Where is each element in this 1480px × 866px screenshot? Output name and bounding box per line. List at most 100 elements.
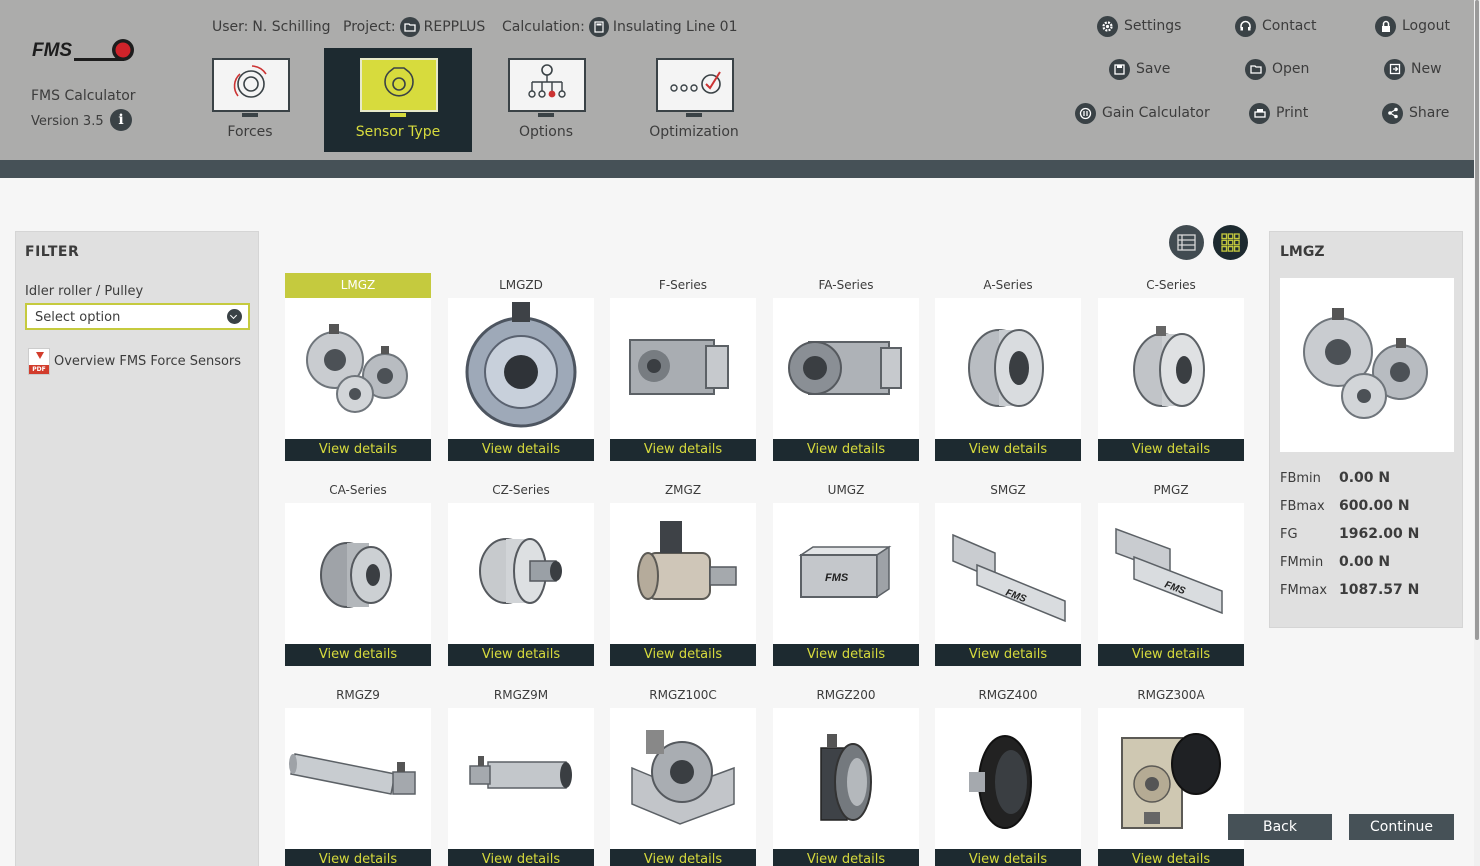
gain-calculator-button[interactable]: Gain Calculator [1075, 101, 1210, 125]
sensor-image-a-series [935, 298, 1081, 439]
view-details-button[interactable]: View details [1098, 849, 1244, 866]
sensor-image-rmgz400 [935, 708, 1081, 849]
sensor-image-smgz: FMS [935, 503, 1081, 644]
share-button[interactable]: Share [1382, 101, 1449, 125]
sensor-image-umgz: FMS [773, 503, 919, 644]
view-details-button[interactable]: View details [935, 439, 1081, 461]
view-details-button[interactable]: View details [1098, 439, 1244, 461]
step-label: Sensor Type [355, 124, 441, 140]
step-label: Forces [227, 124, 273, 140]
prop-label: FG [1280, 527, 1298, 542]
view-details-button[interactable]: View details [285, 644, 431, 666]
sensor-card-smgz[interactable]: SMGZ FMS View details [935, 478, 1081, 667]
sensor-card-c-series[interactable]: C-Series View details [1098, 273, 1244, 462]
open-button[interactable]: Open [1245, 57, 1309, 81]
sensor-card-lmgz[interactable]: LMGZ View details [285, 273, 431, 462]
sensor-image-rmgz300a [1098, 708, 1244, 849]
view-details-button[interactable]: View details [448, 849, 594, 866]
sensor-card-rmgz300a[interactable]: RMGZ300A View details [1098, 683, 1244, 866]
lock-icon [1375, 15, 1396, 37]
settings-button[interactable]: Settings [1097, 14, 1181, 38]
view-details-button[interactable]: View details [448, 644, 594, 666]
sensor-card-lmgzd[interactable]: LMGZD View details [448, 273, 594, 462]
sensor-card-zmgz[interactable]: ZMGZ View details [610, 478, 756, 667]
svg-text:FMS: FMS [825, 572, 849, 584]
print-button[interactable]: Print [1249, 101, 1308, 125]
scrollbar-thumb[interactable] [1475, 0, 1479, 640]
sensor-detail-panel: LMGZ FBmin 0.00 N FBmax 600.00 N FG 1962… [1269, 231, 1463, 628]
sensor-image-f-series [610, 298, 756, 439]
step-forces[interactable]: Forces [176, 48, 324, 152]
filter-title: FILTER [25, 244, 80, 260]
idler-roller-select[interactable]: Select option [25, 303, 250, 330]
sensor-card-fa-series[interactable]: FA-Series View details [773, 273, 919, 462]
view-details-button[interactable]: View details [448, 439, 594, 461]
optimization-icon [656, 58, 734, 112]
user-context: User: N. Schilling [212, 16, 331, 38]
save-button[interactable]: Save [1109, 57, 1170, 81]
sensor-card-a-series[interactable]: A-Series View details [935, 273, 1081, 462]
sensor-image-rmgz100c [610, 708, 756, 849]
project-name: REPPLUS [423, 19, 486, 35]
continue-button[interactable]: Continue [1349, 814, 1454, 840]
pdf-icon: PDF [28, 348, 50, 375]
sensor-name: UMGZ [827, 483, 865, 497]
view-details-button[interactable]: View details [285, 849, 431, 866]
view-details-button[interactable]: View details [610, 849, 756, 866]
calculator-icon [588, 17, 609, 37]
sensor-name: RMGZ400 [978, 688, 1038, 702]
sensor-name: FA-Series [818, 278, 874, 292]
view-details-button[interactable]: View details [1098, 644, 1244, 666]
sensor-image-c-series [1098, 298, 1244, 439]
prop-value: 1087.57 N [1339, 582, 1420, 598]
view-details-button[interactable]: View details [610, 644, 756, 666]
view-details-button[interactable]: View details [935, 644, 1081, 666]
sensor-card-rmgz400[interactable]: RMGZ400 View details [935, 683, 1081, 866]
new-file-icon [1384, 58, 1405, 80]
sensor-image-lmgzd [448, 298, 594, 439]
sensor-card-cz-series[interactable]: CZ-Series View details [448, 478, 594, 667]
sensor-card-rmgz200[interactable]: RMGZ200 View details [773, 683, 919, 866]
sensor-image-fa-series [773, 298, 919, 439]
step-sensor-type[interactable]: Sensor Type [324, 48, 472, 152]
svg-text:FMS: FMS [32, 40, 72, 61]
sensor-card-f-series[interactable]: F-Series View details [610, 273, 756, 462]
sensor-image-zmgz [610, 503, 756, 644]
sensor-name: PMGZ [1153, 483, 1189, 497]
view-details-button[interactable]: View details [285, 439, 431, 461]
new-button[interactable]: New [1384, 57, 1442, 81]
sensor-card-pmgz[interactable]: PMGZ FMS View details [1098, 478, 1244, 667]
back-button[interactable]: Back [1228, 814, 1332, 840]
view-details-button[interactable]: View details [773, 849, 919, 866]
logout-button[interactable]: Logout [1375, 14, 1450, 38]
list-view-icon [1177, 234, 1196, 251]
view-details-button[interactable]: View details [773, 644, 919, 666]
project-context[interactable]: Project: REPPLUS [343, 16, 485, 38]
fms-logo: FMS [32, 39, 134, 61]
contact-button[interactable]: Contact [1235, 14, 1316, 38]
overview-pdf-link[interactable]: PDF Overview FMS Force Sensors [28, 348, 241, 375]
sensor-image-pmgz: FMS [1098, 503, 1244, 644]
chevron-down-icon [227, 309, 242, 324]
step-optimization[interactable]: Optimization [620, 48, 768, 152]
gear-icon [1097, 15, 1118, 37]
sensor-card-rmgz9[interactable]: RMGZ9 View details [285, 683, 431, 866]
view-details-button[interactable]: View details [773, 439, 919, 461]
prop-label: FBmin [1280, 471, 1321, 486]
app-name: FMS Calculator [31, 88, 136, 104]
sensor-card-umgz[interactable]: UMGZ FMS View details [773, 478, 919, 667]
list-view-button[interactable] [1169, 225, 1204, 260]
view-details-button[interactable]: View details [610, 439, 756, 461]
info-icon[interactable]: i [110, 109, 132, 131]
view-details-button[interactable]: View details [935, 849, 1081, 866]
sensor-name: CZ-Series [492, 483, 550, 497]
sensor-card-rmgz9m[interactable]: RMGZ9M View details [448, 683, 594, 866]
grid-view-button[interactable] [1213, 225, 1248, 260]
calculation-context[interactable]: Calculation: Insulating Line 01 [502, 16, 738, 38]
header-band [0, 160, 1480, 178]
sensor-card-ca-series[interactable]: CA-Series View details [285, 478, 431, 667]
prop-label: FBmax [1280, 499, 1325, 514]
step-options[interactable]: Options [472, 48, 620, 152]
sensor-name: A-Series [983, 278, 1033, 292]
sensor-card-rmgz100c[interactable]: RMGZ100C View details [610, 683, 756, 866]
